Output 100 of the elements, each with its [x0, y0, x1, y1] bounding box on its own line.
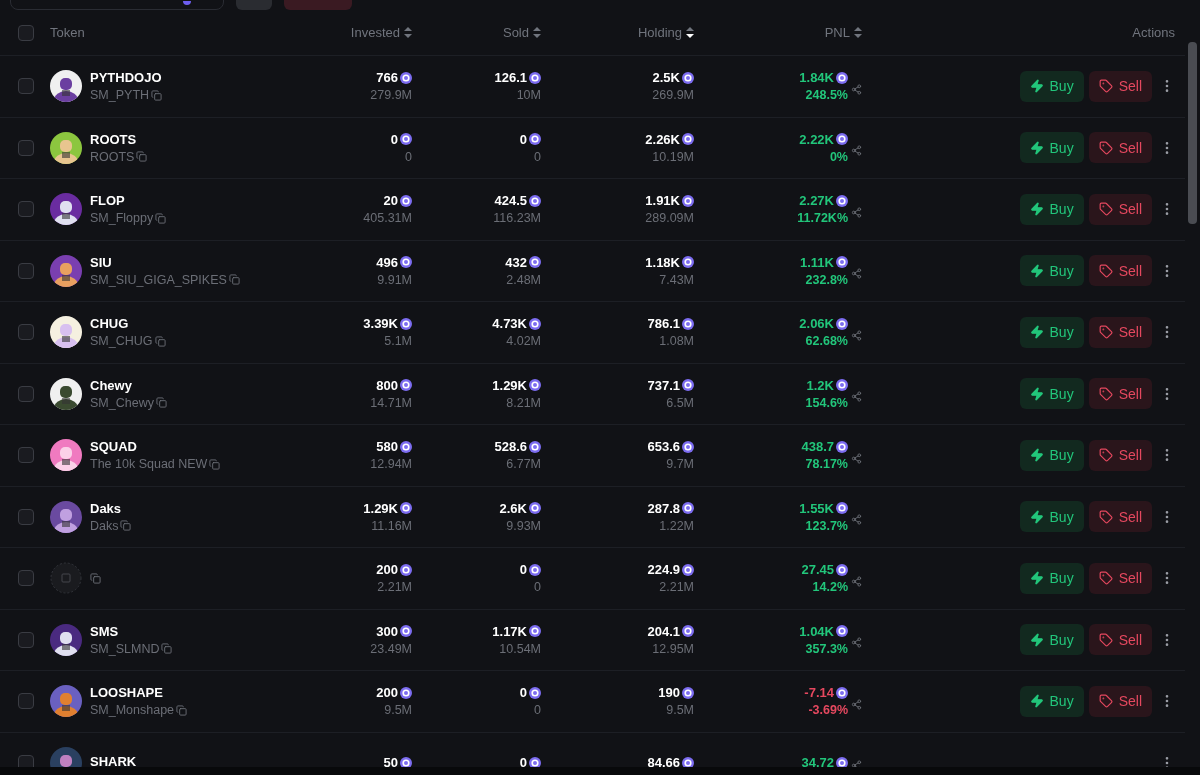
pnl-percent: 154.6%: [805, 395, 848, 410]
copy-icon[interactable]: [161, 643, 173, 655]
coin-icon: [400, 194, 412, 207]
row-checkbox[interactable]: [18, 754, 34, 767]
share-icon[interactable]: [851, 452, 862, 464]
tag-icon: [1098, 263, 1113, 278]
row-checkbox[interactable]: [18, 201, 34, 218]
amount: 50: [383, 755, 398, 767]
token-amount: 10M: [516, 88, 541, 103]
buy-button[interactable]: Buy: [1019, 501, 1084, 533]
sell-button[interactable]: Sell: [1088, 70, 1152, 102]
copy-icon[interactable]: [120, 520, 132, 532]
coin-icon: [400, 440, 412, 453]
row-checkbox[interactable]: [18, 385, 34, 402]
sell-button[interactable]: Sell: [1088, 132, 1152, 164]
column-header[interactable]: Sold: [502, 25, 529, 40]
row-checkbox[interactable]: [18, 508, 34, 525]
buy-button[interactable]: Buy: [1019, 685, 1084, 717]
sell-button[interactable]: Sell: [1088, 685, 1152, 717]
sell-button[interactable]: Sell: [1088, 501, 1152, 533]
buy-button[interactable]: Buy: [1019, 562, 1084, 594]
column-header[interactable]: PNL: [824, 25, 850, 40]
share-icon[interactable]: [851, 206, 862, 218]
token-symbol: The 10k Squad NEW: [90, 457, 208, 472]
copy-icon[interactable]: [155, 212, 167, 224]
sell-button[interactable]: Sell: [1088, 255, 1152, 287]
sell-button[interactable]: Sell: [1088, 193, 1152, 225]
select-all-checkbox[interactable]: [18, 24, 34, 41]
buy-button[interactable]: Buy: [1019, 439, 1084, 471]
sell-button[interactable]: Sell: [1088, 562, 1152, 594]
amount: 0: [519, 131, 527, 147]
copy-icon[interactable]: [90, 572, 101, 584]
token-amount: 10.19M: [652, 149, 694, 164]
scrollbar[interactable]: [1188, 42, 1197, 224]
lightning-icon: [1029, 325, 1044, 340]
row-checkbox[interactable]: [18, 447, 34, 464]
coin-icon: [836, 625, 848, 638]
amount: 1.29K: [492, 377, 527, 393]
token-symbol: SM_PYTH: [90, 88, 150, 103]
coin-icon: [836, 133, 848, 146]
amount: 800: [376, 377, 398, 393]
share-icon[interactable]: [851, 514, 862, 526]
coin-icon: [529, 625, 541, 638]
sell-button[interactable]: Sell: [1088, 439, 1152, 471]
coin-icon: [682, 194, 694, 207]
token-amount: 4.02M: [506, 334, 541, 349]
column-header[interactable]: Holding: [637, 25, 682, 40]
token-amount: 14.71M: [370, 395, 412, 410]
row-checkbox[interactable]: [18, 78, 34, 95]
token-amount: 405.31M: [363, 211, 412, 226]
copy-icon[interactable]: [154, 335, 166, 347]
lightning-icon: [1029, 632, 1044, 647]
row-checkbox[interactable]: [18, 570, 34, 587]
buy-button[interactable]: Buy: [1019, 70, 1084, 102]
coin-icon: [682, 686, 694, 699]
pnl-percent: 232.8%: [805, 272, 848, 287]
share-icon[interactable]: [851, 698, 862, 710]
sell-button[interactable]: Sell: [1088, 624, 1152, 656]
lightning-icon: [1029, 79, 1044, 94]
sort-icon[interactable]: [686, 27, 694, 38]
buy-button[interactable]: Buy: [1019, 193, 1084, 225]
copy-icon[interactable]: [151, 89, 163, 101]
token-name: Daks: [90, 500, 123, 516]
coin-icon: [836, 686, 848, 699]
coin-icon: [529, 71, 541, 84]
share-icon[interactable]: [851, 637, 862, 649]
row-checkbox[interactable]: [18, 631, 34, 648]
buy-button[interactable]: Buy: [1019, 624, 1084, 656]
share-icon[interactable]: [851, 83, 862, 95]
row-checkbox[interactable]: [18, 693, 34, 710]
token-amount: 1.22M: [659, 518, 694, 533]
copy-icon[interactable]: [228, 274, 240, 286]
copy-icon[interactable]: [155, 397, 167, 409]
tag-icon: [1098, 325, 1113, 340]
row-checkbox[interactable]: [18, 139, 34, 156]
row-checkbox[interactable]: [18, 262, 34, 279]
sell-button[interactable]: Sell: [1088, 378, 1152, 410]
copy-icon[interactable]: [136, 151, 148, 163]
token-name: SQUAD: [90, 439, 138, 455]
column-header[interactable]: Invested: [350, 25, 400, 40]
copy-icon[interactable]: [209, 458, 221, 470]
row-checkbox[interactable]: [18, 324, 34, 341]
buy-button[interactable]: Buy: [1019, 255, 1084, 287]
amount: 1.18K: [645, 254, 680, 270]
buy-button[interactable]: Buy: [1019, 378, 1084, 410]
pnl-value: 34.72: [801, 755, 834, 767]
amount: 766: [376, 70, 398, 86]
share-icon[interactable]: [851, 575, 862, 587]
coin-icon: [682, 502, 694, 515]
share-icon[interactable]: [851, 268, 862, 280]
token-symbol: ROOTS: [90, 149, 135, 164]
share-icon[interactable]: [851, 329, 862, 341]
copy-icon[interactable]: [176, 704, 188, 716]
buy-button[interactable]: Buy: [1019, 316, 1084, 348]
sell-button[interactable]: Sell: [1088, 316, 1152, 348]
amount: 84.66: [647, 755, 680, 767]
share-icon[interactable]: [851, 145, 862, 157]
token-amount: 12.94M: [370, 457, 412, 472]
share-icon[interactable]: [851, 391, 862, 403]
buy-button[interactable]: Buy: [1019, 132, 1084, 164]
